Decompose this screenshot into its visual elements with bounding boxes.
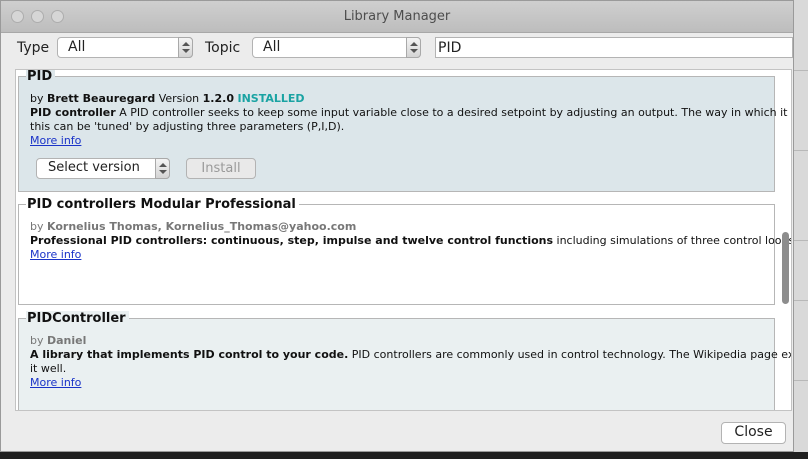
library-name: PID (26, 70, 56, 84)
library-byline: by Kornelius Thomas, Kornelius_Thomas@ya… (30, 220, 357, 233)
window-title: Library Manager (343, 9, 451, 24)
library-name: PIDController (26, 311, 129, 326)
library-card-pid[interactable]: PID by Brett Beauregard Version 1.2.0 IN… (18, 70, 791, 192)
library-description: PID controller A PID controller seeks to… (30, 106, 792, 119)
library-name: PID controllers Modular Professional (26, 197, 299, 212)
topic-select-value: All (263, 39, 281, 55)
library-card-pid-controllers-modular[interactable]: PID controllers Modular Professional by … (18, 197, 791, 305)
topic-select[interactable]: All (252, 37, 421, 58)
select-arrows-icon (155, 158, 170, 179)
library-description-cont: it well. (30, 362, 67, 375)
title-bar[interactable]: Library Manager (1, 1, 793, 33)
background-terminal-edge (0, 452, 808, 459)
library-author: Brett Beauregard (47, 92, 156, 105)
library-description: Professional PID controllers: continuous… (30, 234, 792, 247)
install-button[interactable]: Install (186, 158, 256, 179)
search-input[interactable] (435, 37, 793, 58)
library-description: A library that implements PID control to… (30, 348, 792, 361)
library-author: Kornelius Thomas, Kornelius_Thomas@yahoo… (47, 220, 357, 233)
background-window-edge (794, 0, 808, 459)
more-info-link[interactable]: More info (30, 134, 81, 147)
type-label: Type (17, 40, 50, 56)
library-author: Daniel (47, 334, 87, 347)
library-byline: by Daniel (30, 334, 87, 347)
topic-label: Topic (205, 40, 241, 56)
library-list[interactable]: PID by Brett Beauregard Version 1.2.0 IN… (15, 69, 792, 411)
library-byline: by Brett Beauregard Version 1.2.0 INSTAL… (30, 92, 305, 105)
select-arrows-icon (406, 37, 421, 58)
library-card-pidcontroller[interactable]: PIDController by Daniel A library that i… (18, 311, 791, 410)
library-version: 1.2.0 (202, 92, 234, 105)
close-button[interactable]: Close (721, 422, 786, 444)
installed-badge: INSTALLED (237, 92, 305, 105)
select-version-value: Select version (48, 160, 140, 175)
scrollbar-thumb[interactable] (782, 232, 789, 304)
filter-bar: Type All Topic All (1, 32, 793, 70)
type-select-value: All (68, 39, 86, 55)
select-arrows-icon (178, 37, 193, 58)
more-info-link[interactable]: More info (30, 376, 81, 389)
list-scrollbar[interactable] (780, 70, 791, 410)
type-select[interactable]: All (57, 37, 193, 58)
more-info-link[interactable]: More info (30, 248, 81, 261)
library-manager-window: Library Manager Type All Topic All PID b… (0, 0, 794, 452)
library-description-cont: this can be 'tuned' by adjusting three p… (30, 120, 345, 133)
select-version-dropdown[interactable]: Select version (36, 158, 170, 179)
